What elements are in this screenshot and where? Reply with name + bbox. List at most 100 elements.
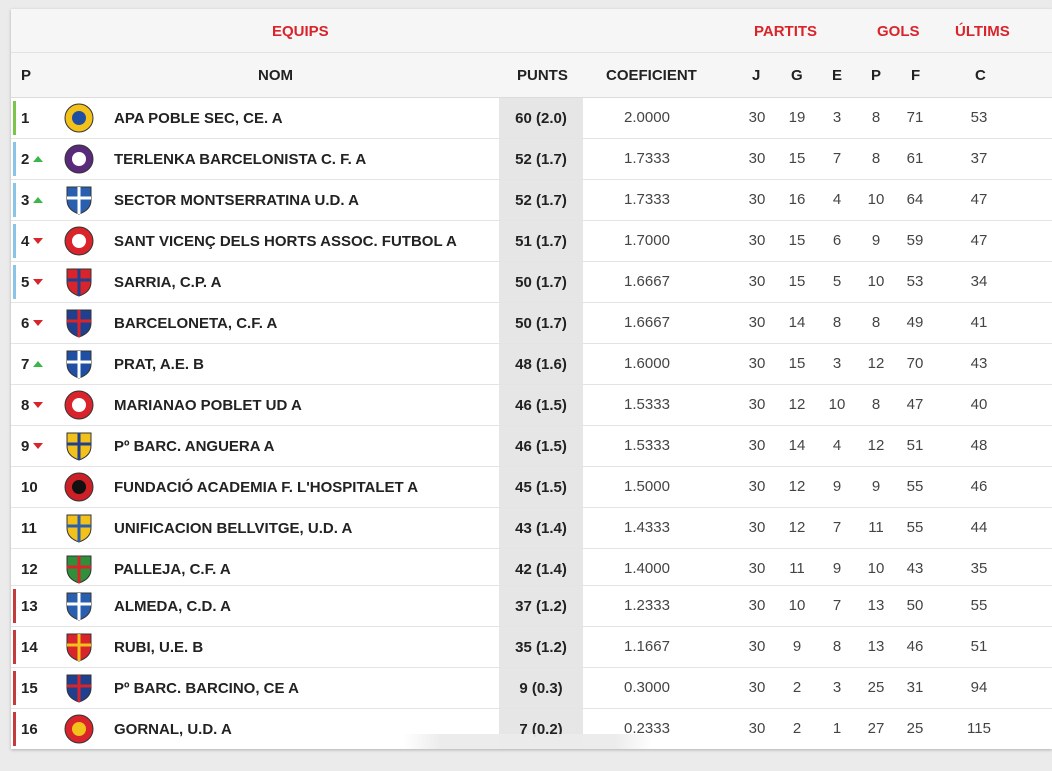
table-row-10[interactable]: 10 FUNDACIÓ ACADEMIA F. L'HOSPITALET A 4… [11, 467, 1052, 508]
won-value: 11 [789, 560, 805, 577]
punts-value: 46 (1.5) [515, 397, 567, 414]
goals-against-value: 47 [970, 191, 988, 208]
team-name[interactable]: MARIANAO POBLET UD A [114, 397, 302, 414]
goals-against-value: 47 [970, 232, 988, 249]
coeficient-value: 1.2333 [624, 597, 670, 614]
col-nom[interactable]: NOM [258, 67, 293, 84]
table-row-7[interactable]: 7 PRAT, A.E. B 48 (1.6) 1.6000 30 15 3 1… [11, 344, 1052, 385]
played-value: 30 [748, 638, 766, 655]
played-value: 30 [748, 519, 766, 536]
zone-indicator [13, 429, 16, 463]
team-name[interactable]: RUBI, U.E. B [114, 639, 203, 656]
won-value: 15 [788, 355, 806, 372]
team-name[interactable]: Pº BARC. ANGUERA A [114, 438, 274, 455]
table-row-11[interactable]: 11 UNIFICACION BELLVITGE, U.D. A 43 (1.4… [11, 508, 1052, 549]
punts-value: 50 (1.7) [515, 315, 567, 332]
col-g[interactable]: G [791, 67, 803, 84]
team-name[interactable]: GORNAL, U.D. A [114, 721, 232, 738]
drawn-value: 6 [832, 232, 842, 249]
played-value: 30 [748, 150, 766, 167]
green-red-crest-icon [66, 555, 92, 584]
punts-value: 43 (1.4) [515, 520, 567, 537]
played-value: 30 [748, 355, 766, 372]
goals-for-value: 49 [906, 314, 924, 331]
goals-against-value: 46 [970, 478, 988, 495]
team-name[interactable]: PALLEJA, C.F. A [114, 561, 231, 578]
zone-indicator [13, 347, 16, 381]
col-pp[interactable]: P [871, 67, 881, 84]
trend-down-icon [33, 402, 43, 408]
trend-down-icon [33, 320, 43, 326]
table-row-13[interactable]: 13 ALMEDA, C.D. A 37 (1.2) 1.2333 30 10 … [11, 586, 1052, 627]
drawn-value: 7 [832, 597, 842, 614]
group-gols: GOLS [877, 23, 920, 40]
zone-indicator [13, 712, 16, 746]
table-row-3[interactable]: 3 SECTOR MONTSERRATINA U.D. A 52 (1.7) 1… [11, 180, 1052, 221]
team-name[interactable]: Pº BARC. BARCINO, CE A [114, 680, 299, 697]
table-row-2[interactable]: 2 TERLENKA BARCELONISTA C. F. A 52 (1.7)… [11, 139, 1052, 180]
team-name[interactable]: BARCELONETA, C.F. A [114, 315, 277, 332]
coeficient-value: 1.1667 [624, 638, 670, 655]
blue-red-shield-icon [66, 674, 92, 703]
table-row-12[interactable]: 12 PALLEJA, C.F. A 42 (1.4) 1.4000 30 11… [11, 549, 1052, 586]
played-value: 30 [748, 232, 766, 249]
drawn-value: 9 [832, 478, 842, 495]
table-row-6[interactable]: 6 BARCELONETA, C.F. A 50 (1.7) 1.6667 30… [11, 303, 1052, 344]
played-value: 30 [748, 560, 766, 577]
position: 1 [21, 110, 30, 127]
team-name[interactable]: APA POBLE SEC, CE. A [114, 110, 283, 127]
punts-value: 9 (0.3) [519, 680, 563, 697]
played-value: 30 [748, 109, 766, 126]
coeficient-value: 1.5333 [624, 437, 670, 454]
team-name[interactable]: FUNDACIÓ ACADEMIA F. L'HOSPITALET A [114, 479, 418, 496]
table-row-4[interactable]: 4 SANT VICENÇ DELS HORTS ASSOC. FUTBOL A… [11, 221, 1052, 262]
red-round-crest-icon [64, 226, 94, 256]
col-j[interactable]: J [752, 67, 760, 84]
drawn-value: 4 [832, 437, 842, 454]
team-name[interactable]: SECTOR MONTSERRATINA U.D. A [114, 192, 359, 209]
team-name[interactable]: SARRIA, C.P. A [114, 274, 222, 291]
zone-indicator [13, 589, 16, 623]
team-name[interactable]: ALMEDA, C.D. A [114, 598, 231, 615]
played-value: 30 [748, 314, 766, 331]
col-punts[interactable]: PUNTS [517, 67, 568, 84]
table-row-9[interactable]: 9 Pº BARC. ANGUERA A 46 (1.5) 1.5333 30 … [11, 426, 1052, 467]
trend-down-icon [33, 279, 43, 285]
played-value: 30 [748, 437, 766, 454]
punts-value: 45 (1.5) [515, 479, 567, 496]
drawn-value: 7 [832, 150, 842, 167]
won-value: 15 [788, 273, 806, 290]
lost-value: 9 [871, 478, 881, 495]
team-name[interactable]: TERLENKA BARCELONISTA C. F. A [114, 151, 366, 168]
coeficient-value: 1.5000 [624, 478, 670, 495]
red-blue-shield-icon [66, 268, 92, 297]
col-e[interactable]: E [832, 67, 842, 84]
lost-value: 13 [867, 597, 885, 614]
lost-value: 8 [871, 150, 881, 167]
table-row-8[interactable]: 8 MARIANAO POBLET UD A 46 (1.5) 1.5333 3… [11, 385, 1052, 426]
group-header: EQUIPS PARTITS GOLS ÚLTIMS [11, 9, 1052, 53]
team-name[interactable]: SANT VICENÇ DELS HORTS ASSOC. FUTBOL A [114, 233, 457, 250]
position: 4 [21, 233, 30, 250]
played-value: 30 [748, 597, 766, 614]
table-row-15[interactable]: 15 Pº BARC. BARCINO, CE A 9 (0.3) 0.3000… [11, 668, 1052, 709]
col-coeficient[interactable]: COEFICIENT [606, 67, 697, 84]
position: 14 [21, 639, 38, 656]
position: 2 [21, 151, 30, 168]
zone-indicator [13, 388, 16, 422]
col-c[interactable]: C [975, 67, 986, 84]
zone-indicator [13, 671, 16, 705]
col-f[interactable]: F [911, 67, 920, 84]
team-name[interactable]: UNIFICACION BELLVITGE, U.D. A [114, 520, 352, 537]
zone-indicator [13, 630, 16, 664]
goals-against-value: 55 [970, 597, 988, 614]
punts-value: 42 (1.4) [515, 561, 567, 578]
blue-white-shield-icon [66, 186, 92, 215]
col-p[interactable]: P [21, 67, 31, 84]
table-row-14[interactable]: 14 RUBI, U.E. B 35 (1.2) 1.1667 30 9 8 1… [11, 627, 1052, 668]
team-name[interactable]: PRAT, A.E. B [114, 356, 204, 373]
red-yellow-shield-icon [66, 633, 92, 662]
won-value: 2 [792, 720, 802, 737]
table-row-1[interactable]: 1 APA POBLE SEC, CE. A 60 (2.0) 2.0000 3… [11, 98, 1052, 139]
table-row-5[interactable]: 5 SARRIA, C.P. A 50 (1.7) 1.6667 30 15 5… [11, 262, 1052, 303]
